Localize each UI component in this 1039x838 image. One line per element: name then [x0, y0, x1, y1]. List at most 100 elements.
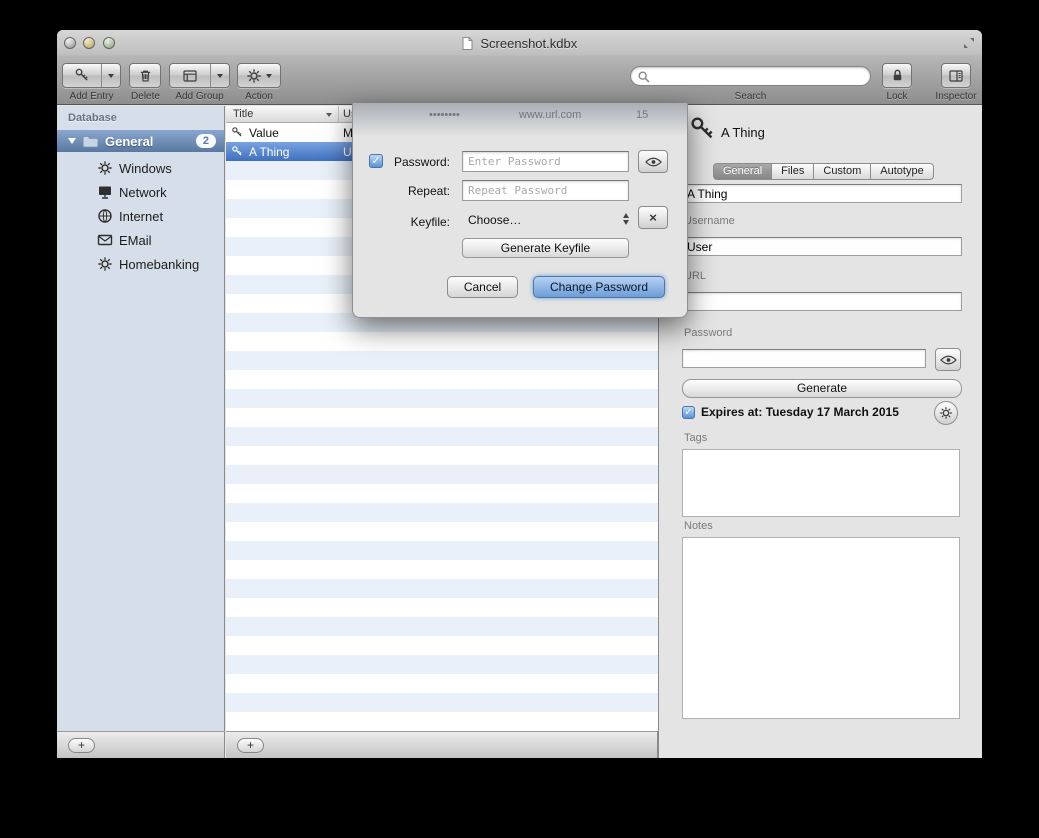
close-x-icon: ×: [649, 210, 657, 225]
lock-label: Lock: [867, 91, 927, 102]
show-password-button[interactable]: [638, 150, 668, 173]
expires-checkbox[interactable]: ✓: [682, 406, 695, 419]
window-title: Screenshot.kdbx: [57, 36, 982, 51]
tab-autotype[interactable]: Autotype: [870, 163, 933, 180]
search-field[interactable]: [630, 66, 871, 86]
window-title-text: Screenshot.kdbx: [480, 36, 577, 51]
sidebar-item-email[interactable]: EMail: [57, 228, 224, 252]
check-icon: ✓: [684, 407, 692, 419]
tab-general[interactable]: General: [713, 163, 772, 180]
sidebar-item-homebanking[interactable]: Homebanking: [57, 252, 224, 276]
dialog-password-label: Password:: [353, 155, 450, 169]
window-chrome: Screenshot.kdbx Add Entry Delete: [57, 30, 982, 105]
entry-list-bottom-bar: +: [226, 731, 658, 758]
chevron-down-icon: [108, 74, 114, 78]
cancel-button[interactable]: Cancel: [447, 276, 518, 298]
add-entry-dropdown[interactable]: [102, 64, 120, 87]
add-entry-button[interactable]: [62, 63, 121, 88]
password-label: Password: [684, 327, 732, 339]
inspector-button[interactable]: [941, 63, 971, 88]
sidebar-item-label: Network: [119, 185, 167, 200]
generate-password-button[interactable]: Generate: [682, 379, 962, 398]
search-input[interactable]: [653, 68, 863, 84]
disclosure-triangle-icon[interactable]: [68, 138, 76, 144]
key-icon: [231, 145, 244, 158]
notes-field[interactable]: [682, 537, 960, 719]
add-entry-label: Add Entry: [62, 91, 121, 102]
desktop: Screenshot.kdbx Add Entry Delete: [0, 0, 1039, 838]
clear-keyfile-button[interactable]: ×: [638, 206, 668, 229]
email-icon: [97, 232, 113, 248]
new-password-input[interactable]: [462, 151, 629, 172]
inspector-panel: A Thing General Files Custom Autotype Us…: [658, 106, 982, 758]
keyfile-popup[interactable]: Choose…: [468, 213, 521, 227]
username-field[interactable]: [682, 237, 962, 256]
action-button[interactable]: [237, 63, 281, 88]
sidebar-item-label: Internet: [119, 209, 163, 224]
tags-field[interactable]: [682, 449, 960, 517]
inspector-tabs: General Files Custom Autotype: [713, 163, 934, 180]
eye-icon: [940, 355, 957, 365]
document-icon: [462, 37, 473, 50]
inspector-icon: [948, 68, 964, 84]
network-icon: [97, 184, 113, 200]
ghost-date: 15: [636, 109, 648, 121]
sidebar-item-windows[interactable]: Windows: [57, 156, 224, 180]
gear-icon: [246, 68, 262, 84]
sidebar-item-label: Homebanking: [119, 257, 199, 272]
add-group-button[interactable]: [169, 63, 230, 88]
ghost-password-dots: ••••••••: [429, 109, 460, 121]
eye-icon: [645, 157, 662, 167]
key-icon: [231, 126, 244, 139]
password-field[interactable]: [682, 349, 926, 368]
reveal-password-button[interactable]: [935, 348, 961, 371]
sort-indicator-icon: [326, 113, 332, 117]
tab-custom[interactable]: Custom: [813, 163, 871, 180]
ghost-url: www.url.com: [519, 109, 581, 121]
column-header-title[interactable]: Title: [233, 108, 253, 120]
delete-label: Delete: [117, 91, 174, 102]
entry-key-icon: [689, 114, 717, 144]
popup-stepper-icon[interactable]: [623, 213, 629, 225]
tags-label: Tags: [684, 432, 707, 444]
add-group-plus-button[interactable]: +: [68, 738, 95, 753]
inspector-entry-title: A Thing: [721, 125, 765, 140]
dialog-keyfile-label: Keyfile:: [353, 215, 450, 229]
sidebar-item-internet[interactable]: Internet: [57, 204, 224, 228]
generate-keyfile-button[interactable]: Generate Keyfile: [462, 238, 629, 258]
group-badge: 2: [196, 134, 216, 148]
repeat-password-input[interactable]: [462, 180, 629, 201]
add-entry-plus-button[interactable]: +: [237, 738, 264, 753]
fullscreen-icon[interactable]: [963, 37, 975, 49]
username-label: Username: [684, 215, 735, 227]
lock-button[interactable]: [882, 63, 912, 88]
app-window: Screenshot.kdbx Add Entry Delete: [57, 30, 982, 758]
gear-icon: [939, 406, 953, 420]
entry-title: A Thing: [249, 145, 289, 159]
expires-label: Expires at: Tuesday 17 March 2015: [701, 405, 899, 419]
delete-button[interactable]: [129, 63, 161, 88]
url-field[interactable]: [682, 292, 962, 311]
add-group-dropdown[interactable]: [211, 64, 229, 87]
sheet-top-fade: •••••••• www.url.com 15: [353, 103, 687, 137]
sidebar-item-label: Windows: [119, 161, 172, 176]
chevron-down-icon: [266, 74, 272, 78]
change-password-button[interactable]: Change Password: [533, 276, 665, 298]
tab-files[interactable]: Files: [771, 163, 814, 180]
search-label: Search: [630, 91, 871, 102]
chevron-down-icon: [217, 74, 223, 78]
folder-icon: [82, 135, 99, 148]
key-icon: [74, 67, 91, 84]
trash-icon: [138, 68, 153, 84]
sidebar-group-general[interactable]: General 2: [57, 130, 224, 152]
inspector-label: Inspector: [926, 91, 982, 102]
sidebar-item-network[interactable]: Network: [57, 180, 224, 204]
sidebar-item-label: EMail: [119, 233, 152, 248]
column-divider[interactable]: [338, 106, 339, 122]
windows-icon: [97, 160, 113, 176]
expires-options-button[interactable]: [934, 401, 958, 425]
dialog-repeat-label: Repeat:: [353, 184, 450, 198]
title-field[interactable]: [682, 184, 962, 203]
internet-globe-icon: [97, 208, 113, 224]
add-group-label: Add Group: [169, 91, 230, 102]
